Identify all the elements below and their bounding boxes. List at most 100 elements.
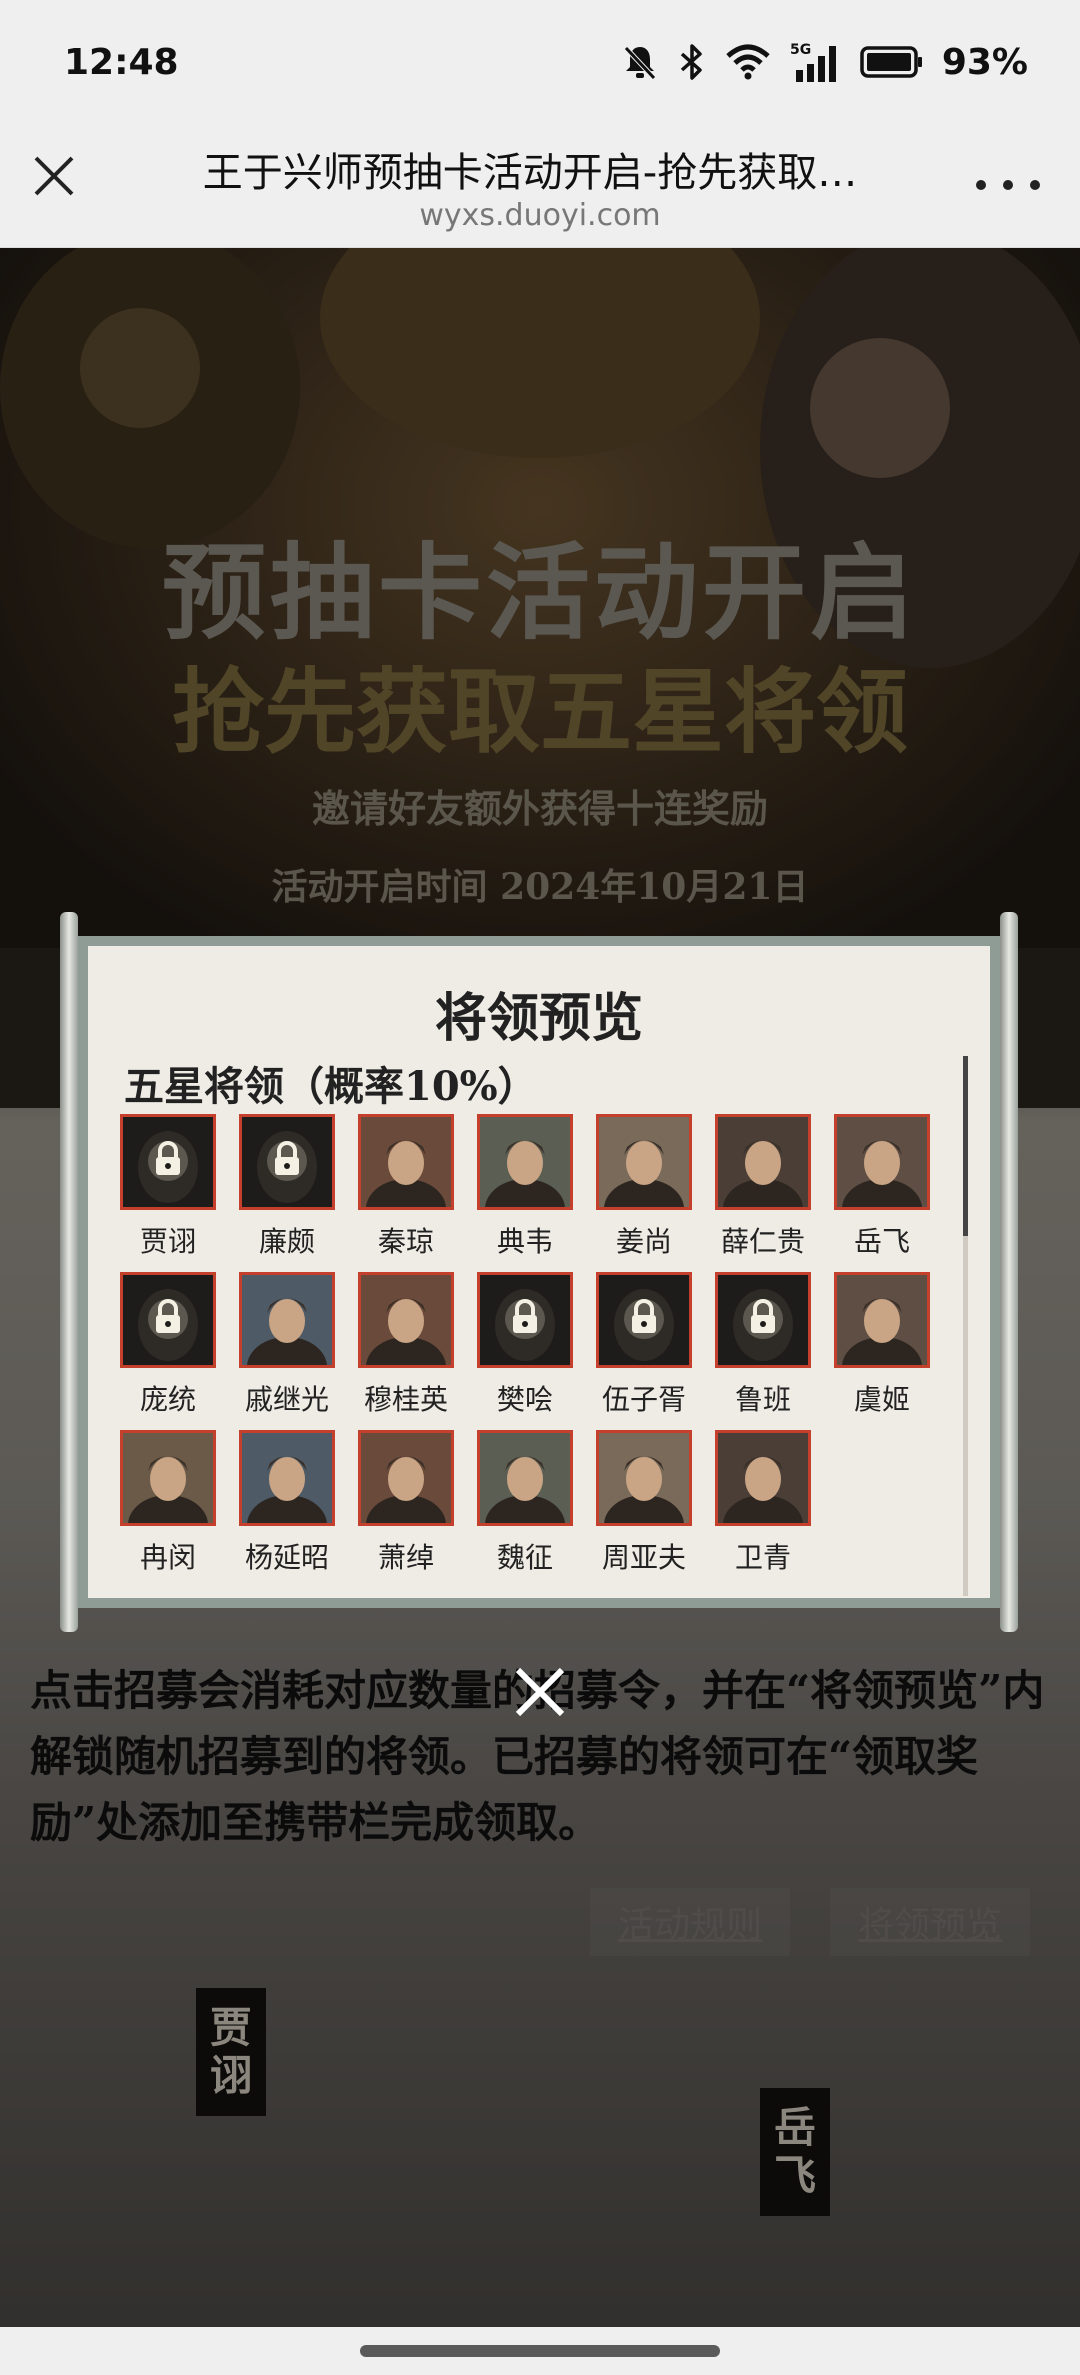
battery-icon bbox=[860, 46, 922, 78]
lock-icon bbox=[599, 1275, 689, 1365]
general-card[interactable]: 樊哙 bbox=[477, 1272, 573, 1418]
section-title: 五星将领（概率10%） bbox=[124, 1063, 538, 1110]
lock-icon bbox=[480, 1275, 570, 1365]
signal-5g-icon: 5G bbox=[790, 42, 836, 82]
general-portrait bbox=[358, 1272, 454, 1368]
general-card[interactable]: 薛仁贵 bbox=[715, 1114, 811, 1260]
close-icon bbox=[515, 1667, 565, 1717]
general-card[interactable]: 冉闵 bbox=[120, 1430, 216, 1576]
general-card[interactable]: 廉颇 bbox=[239, 1114, 335, 1260]
battery-percentage: 93% bbox=[941, 41, 1028, 83]
general-card[interactable]: 卫青 bbox=[715, 1430, 811, 1576]
general-name: 庞统 bbox=[139, 1383, 196, 1416]
lock-icon bbox=[123, 1275, 213, 1365]
close-icon bbox=[34, 156, 74, 196]
general-portrait bbox=[596, 1430, 692, 1526]
browser-header: 王于兴师预抽卡活动开启-抢先获取… wyxs.duoyi.com bbox=[0, 120, 1080, 248]
general-name: 薛仁贵 bbox=[720, 1225, 805, 1258]
more-icon-dot bbox=[1030, 180, 1040, 190]
general-portrait-art bbox=[718, 1433, 808, 1523]
general-portrait bbox=[358, 1114, 454, 1210]
modal-close-button[interactable] bbox=[512, 1664, 568, 1720]
general-card[interactable]: 魏征 bbox=[477, 1430, 573, 1576]
general-portrait bbox=[477, 1430, 573, 1526]
general-name: 冉闵 bbox=[139, 1541, 196, 1574]
general-portrait bbox=[358, 1430, 454, 1526]
general-name: 虞姬 bbox=[853, 1383, 910, 1416]
general-name: 穆桂英 bbox=[363, 1383, 448, 1416]
status-bar: 12:48 5G 93% bbox=[0, 0, 1080, 120]
general-portrait-art bbox=[480, 1433, 570, 1523]
general-portrait-art bbox=[123, 1433, 213, 1523]
general-card[interactable]: 岳飞 bbox=[834, 1114, 930, 1260]
modal-frame: 将领预览 五星将领（概率10%） 贾诩 廉颇 秦琼 典韦 姜尚 薛仁贵 岳飞庞统 戚继光 穆桂英… bbox=[78, 936, 1000, 1608]
general-portrait-art bbox=[242, 1433, 332, 1523]
general-name: 萧绰 bbox=[377, 1541, 434, 1574]
svg-text:5G: 5G bbox=[790, 42, 811, 58]
general-card[interactable]: 伍子胥 bbox=[596, 1272, 692, 1418]
general-portrait bbox=[715, 1430, 811, 1526]
scrollbar-thumb[interactable] bbox=[963, 1056, 968, 1236]
more-icon-dot bbox=[1003, 180, 1013, 190]
general-card[interactable]: 姜尚 bbox=[596, 1114, 692, 1260]
home-indicator[interactable] bbox=[360, 2345, 720, 2357]
general-name: 周亚夫 bbox=[601, 1541, 686, 1574]
general-name: 廉颇 bbox=[258, 1225, 315, 1258]
general-name: 魏征 bbox=[496, 1541, 553, 1574]
bluetooth-icon bbox=[680, 44, 702, 80]
general-name: 秦琼 bbox=[377, 1225, 434, 1258]
general-portrait bbox=[239, 1430, 335, 1526]
general-portrait bbox=[834, 1272, 930, 1368]
general-portrait-art bbox=[361, 1275, 451, 1365]
general-portrait-art bbox=[361, 1117, 451, 1207]
general-card[interactable]: 庞统 bbox=[120, 1272, 216, 1418]
general-card[interactable]: 周亚夫 bbox=[596, 1430, 692, 1576]
general-name: 戚继光 bbox=[244, 1383, 329, 1416]
generals-preview-modal: 将领预览 五星将领（概率10%） 贾诩 廉颇 秦琼 典韦 姜尚 薛仁贵 岳飞庞统 戚继光 穆桂英… bbox=[60, 912, 1018, 1632]
general-portrait-art bbox=[599, 1433, 689, 1523]
wifi-icon bbox=[726, 44, 770, 80]
general-portrait-locked bbox=[239, 1114, 335, 1210]
general-card[interactable]: 萧绰 bbox=[358, 1430, 454, 1576]
general-card[interactable]: 秦琼 bbox=[358, 1114, 454, 1260]
general-name: 樊哙 bbox=[496, 1383, 553, 1416]
more-menu-button[interactable] bbox=[976, 170, 1040, 200]
bell-off-icon bbox=[624, 46, 656, 80]
general-card[interactable]: 穆桂英 bbox=[358, 1272, 454, 1418]
general-portrait bbox=[715, 1114, 811, 1210]
general-name: 典韦 bbox=[496, 1225, 553, 1258]
general-name: 鲁班 bbox=[734, 1383, 791, 1416]
lock-icon bbox=[123, 1117, 213, 1207]
general-card[interactable]: 典韦 bbox=[477, 1114, 573, 1260]
close-button[interactable] bbox=[28, 150, 80, 202]
general-portrait-art bbox=[599, 1117, 689, 1207]
general-name: 姜尚 bbox=[615, 1225, 672, 1258]
general-card[interactable]: 鲁班 bbox=[715, 1272, 811, 1418]
general-name: 伍子胥 bbox=[601, 1383, 686, 1416]
general-portrait-art bbox=[718, 1117, 808, 1207]
page-url[interactable]: wyxs.duoyi.com bbox=[150, 198, 930, 233]
general-portrait-art bbox=[242, 1275, 332, 1365]
general-name: 贾诩 bbox=[139, 1225, 196, 1258]
general-card[interactable]: 贾诩 bbox=[120, 1114, 216, 1260]
general-card[interactable]: 虞姬 bbox=[834, 1272, 930, 1418]
general-portrait bbox=[834, 1114, 930, 1210]
general-portrait bbox=[239, 1272, 335, 1368]
lock-icon bbox=[718, 1275, 808, 1365]
status-icons: 5G 93% bbox=[620, 40, 1028, 84]
general-card[interactable]: 戚继光 bbox=[239, 1272, 335, 1418]
modal-content[interactable]: 将领预览 五星将领（概率10%） 贾诩 廉颇 秦琼 典韦 姜尚 薛仁贵 岳飞庞统 戚继光 穆桂英… bbox=[88, 946, 990, 1598]
general-portrait-art bbox=[837, 1117, 927, 1207]
general-name: 卫青 bbox=[734, 1541, 791, 1574]
general-portrait-locked bbox=[596, 1272, 692, 1368]
scroll-rod-left bbox=[60, 912, 78, 1632]
general-card[interactable]: 杨延昭 bbox=[239, 1430, 335, 1576]
general-portrait-art bbox=[480, 1117, 570, 1207]
home-bar bbox=[0, 2327, 1080, 2375]
modal-scrollbar[interactable] bbox=[963, 1056, 968, 1596]
lock-icon bbox=[242, 1117, 332, 1207]
general-portrait-locked bbox=[477, 1272, 573, 1368]
modal-title: 将领预览 bbox=[434, 988, 643, 1049]
general-portrait-art bbox=[837, 1275, 927, 1365]
general-portrait-locked bbox=[715, 1272, 811, 1368]
